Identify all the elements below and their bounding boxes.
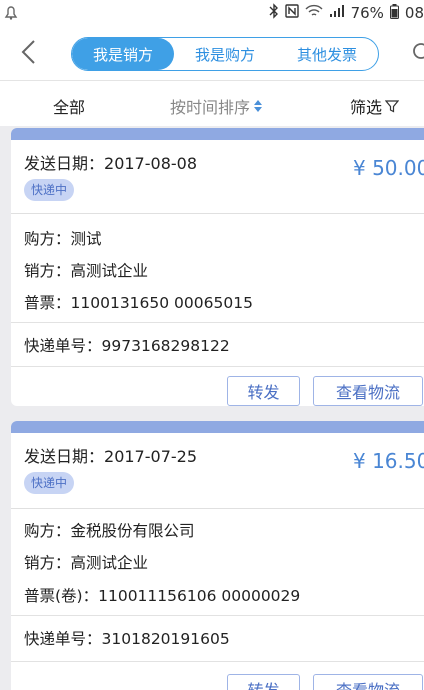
view-logistics-button[interactable]: 查看物流: [313, 376, 423, 406]
clock: 08: [404, 4, 424, 22]
sort-label: 按时间排序: [170, 98, 251, 117]
divider: [11, 661, 424, 662]
status-badge: 快递中: [24, 179, 75, 201]
send-date: 发送日期：2017-08-08: [24, 154, 197, 173]
invoice-number-row: 普票：1100131650 00065015: [24, 294, 253, 312]
divider: [11, 322, 424, 323]
role-segmented-control: 我是销方 我是购方 其他发票: [71, 37, 379, 71]
card-header: 发送日期：2017-08-08 快递中 ¥ 50.00: [11, 140, 424, 214]
card-header-strip: [11, 421, 424, 433]
filter-button[interactable]: 筛选: [350, 94, 400, 118]
seller-row: 销方：高测试企业: [24, 554, 149, 572]
search-icon: [413, 43, 424, 59]
bluetooth-icon: [269, 3, 279, 23]
back-button[interactable]: [18, 38, 40, 66]
invoice-number-row: 普票(卷)：110011156106 00000029: [24, 587, 301, 605]
buyer-row: 购方：测试: [24, 230, 102, 248]
buyer-row: 购方：金税股份有限公司: [24, 522, 195, 540]
filter-label: 筛选: [350, 98, 383, 117]
filter-bar: 全部 按时间排序 筛选: [0, 80, 424, 126]
invoice-card[interactable]: 发送日期：2017-08-08 快递中 ¥ 50.00 购方：测试 销方：高测试…: [11, 128, 424, 406]
nfc-icon: [284, 4, 299, 22]
tab-seller[interactable]: 我是销方: [72, 38, 174, 70]
search-button[interactable]: [412, 42, 424, 64]
invoice-amount: ¥ 50.00: [353, 156, 424, 180]
seller-row: 销方：高测试企业: [24, 262, 149, 280]
funnel-icon: [385, 100, 400, 113]
tab-buyer[interactable]: 我是购方: [174, 38, 276, 70]
wifi-icon: [305, 4, 323, 22]
invoice-amount: ¥ 16.50: [353, 449, 424, 473]
forward-button[interactable]: 转发: [227, 674, 300, 690]
sort-arrows-icon: [254, 100, 263, 112]
divider: [11, 615, 424, 616]
notification-icon: [4, 4, 18, 24]
status-badge: 快递中: [24, 472, 75, 494]
invoice-card[interactable]: 发送日期：2017-07-25 快递中 ¥ 16.50 购方：金税股份有限公司 …: [11, 421, 424, 690]
view-logistics-button[interactable]: 查看物流: [313, 674, 423, 690]
card-header-strip: [11, 128, 424, 140]
nav-bar: 我是销方 我是购方 其他发票: [0, 26, 424, 80]
battery-percent: 76%: [350, 4, 384, 22]
tracking-number-row: 快递单号：9973168298122: [24, 337, 230, 355]
divider: [11, 366, 424, 367]
signal-icon: [329, 4, 345, 22]
chevron-left-icon: [21, 40, 35, 64]
filter-all-button[interactable]: 全部: [53, 94, 85, 118]
sort-by-time-button[interactable]: 按时间排序: [170, 94, 263, 118]
battery-icon: [389, 3, 399, 23]
card-header: 发送日期：2017-07-25 快递中 ¥ 16.50: [11, 433, 424, 509]
tab-other-invoices[interactable]: 其他发票: [276, 38, 378, 70]
send-date: 发送日期：2017-07-25: [24, 447, 197, 466]
status-icons: 76% 08: [269, 3, 424, 23]
tracking-number-row: 快递单号：3101820191605: [24, 630, 230, 648]
status-bar: 76% 08: [0, 0, 424, 26]
forward-button[interactable]: 转发: [227, 376, 300, 406]
